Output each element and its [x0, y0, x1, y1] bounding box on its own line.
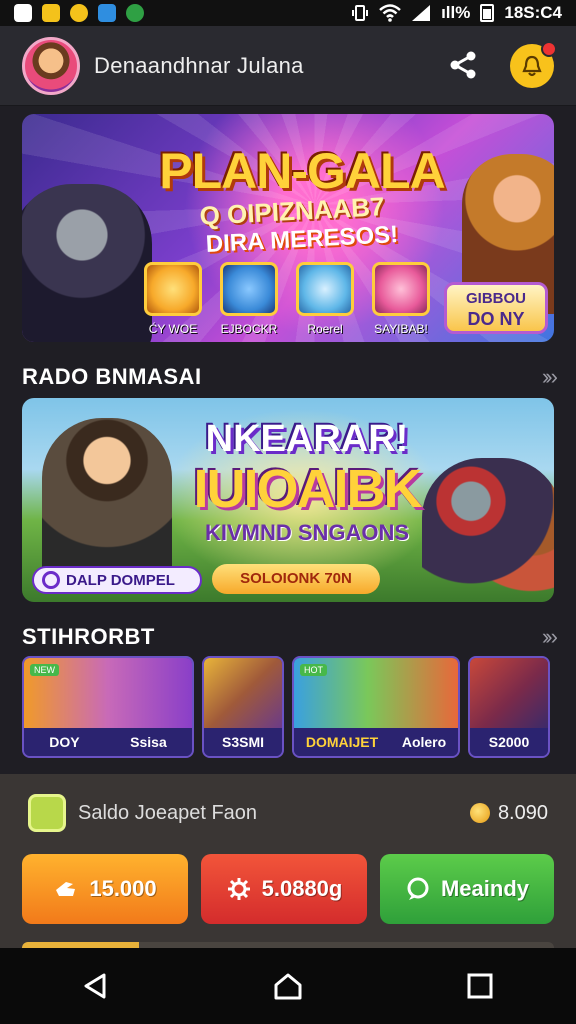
withdraw-button[interactable]: 5.0880g [201, 854, 367, 924]
game-card-labels: S2000 [470, 728, 548, 756]
hero-cta-line1: GIBBOU [466, 290, 526, 307]
status-system-icons: ıll% 18S:C4 [351, 3, 562, 23]
hand-icon [56, 882, 76, 896]
hero-tile-thumbnail [144, 262, 202, 316]
hero-banner[interactable]: PLAN-GALA Q OIPIZNAAB7 DIRA MERESOS! ĆY … [22, 114, 554, 342]
game-card[interactable]: NEW DOY Ssisa [22, 656, 194, 758]
hero-tile-thumbnail [372, 262, 430, 316]
chat-icon [407, 877, 429, 900]
game-card-labels: S3SMI [204, 728, 282, 756]
vibrate-icon [352, 5, 369, 21]
hero-tile[interactable]: SAYIBAB! [370, 262, 432, 336]
cell-signal-icon [412, 5, 431, 21]
game-card-row: NEW DOY Ssisa S3SMI HOT DOMAIJET Aolero … [22, 656, 554, 758]
home-button[interactable] [268, 966, 308, 1006]
hero-tile-thumbnail [296, 262, 354, 316]
gear-icon [227, 878, 250, 900]
status-bar: ıll% 18S:C4 [0, 0, 576, 26]
section-title-1: RADO BNMASAI [22, 364, 202, 389]
promo-title-2: IUIOAIBK [193, 459, 423, 519]
hero-tile-label: SAYIBAB! [374, 322, 428, 336]
back-icon [84, 973, 106, 999]
promo-badge-label: DALP DOMPEL [66, 571, 175, 589]
promo-character-left [42, 418, 172, 588]
promo-cta-button[interactable]: SOLOIONK 70N [212, 564, 380, 594]
wallet-row: Saldo Joeapet Faon 8.090 [28, 794, 548, 832]
wallet-label: Saldo Joeapet Faon [78, 801, 258, 824]
action-buttons: 15.000 5.0880g Meaindy [22, 854, 554, 924]
hero-tile[interactable]: EJBOCKR [218, 262, 280, 336]
hero-game-tiles: ĆY WOE EJBOCKR Roerel SAYIBAB! [142, 262, 432, 336]
coin-icon [469, 803, 490, 823]
hero-tile-label: Roerel [307, 322, 343, 336]
chat-button-label: Meaindy [440, 876, 530, 901]
app-icon-2 [42, 4, 60, 22]
section-header-2: STIHRORBT ›› › [22, 624, 558, 650]
hero-cta-button[interactable]: GIBBOU DO NY [444, 282, 548, 334]
system-nav-bar [0, 948, 576, 1024]
wallet-icon [28, 794, 66, 832]
game-card-label: S3SMI [221, 734, 264, 750]
promo-banner[interactable]: NKEARAR! IUIOAIBK KIVMND SNGAONS DALP DO… [22, 398, 554, 602]
wifi-icon [379, 4, 401, 22]
game-card-labels: DOY Ssisa [24, 728, 192, 756]
game-card-label: Aolero [401, 734, 447, 750]
back-button[interactable] [76, 966, 116, 1006]
wallet-balance: 8.090 [497, 801, 548, 824]
hero-tile-label: ĆY WOE [148, 322, 198, 336]
clock: 18S:C4 [504, 3, 562, 22]
hero-tile[interactable]: ĆY WOE [142, 262, 204, 336]
promo-badge-icon [42, 571, 60, 589]
section-title-2: STIHRORBT [22, 624, 155, 649]
status-notification-icons [14, 4, 144, 22]
section-header-1: RADO BNMASAI ›› › [22, 364, 558, 390]
section-more-arrow-icon[interactable]: ›› › [542, 624, 558, 650]
share-icon[interactable] [448, 50, 478, 80]
hero-tile-label: EJBOCKR [220, 322, 278, 336]
game-card-tag: HOT [300, 664, 327, 676]
hero-character-left [22, 184, 152, 342]
app-icon-5 [126, 4, 144, 22]
app-icon-1 [14, 4, 32, 22]
hero-tile[interactable]: Roerel [294, 262, 356, 336]
app-header: Denaandhnar Julana [0, 26, 576, 106]
game-card[interactable]: S3SMI [202, 656, 284, 758]
wallet-panel: Saldo Joeapet Faon 8.090 15.000 5.0880g … [0, 774, 576, 952]
withdraw-button-label: 5.0880g [261, 876, 343, 901]
hero-tile-thumbnail [220, 262, 278, 316]
promo-subtitle: KIVMND SNGAONS [204, 520, 410, 545]
section-more-arrow-icon[interactable]: ›› › [542, 364, 558, 390]
game-card[interactable]: S2000 [468, 656, 550, 758]
app-icon-4 [98, 4, 116, 22]
game-card-label: S2000 [488, 734, 530, 750]
hero-cta-line2: DO NY [467, 309, 525, 329]
game-card-label: DOMAIJET [305, 734, 379, 750]
chat-button[interactable]: Meaindy [380, 854, 554, 924]
game-card-thumbnail [470, 658, 548, 730]
home-icon [274, 973, 302, 1000]
signal-text: ıll% [441, 3, 471, 22]
recents-icon [467, 973, 493, 999]
deposit-button-label: 15.000 [89, 876, 157, 901]
bell-icon [522, 55, 542, 77]
game-card-label: Ssisa [130, 734, 167, 750]
app-screen: ıll% 18S:C4 Denaandhnar Julana PLAN-GALA… [0, 0, 576, 1024]
app-icon-3 [70, 4, 88, 22]
game-card-label: DOY [49, 734, 80, 750]
avatar[interactable] [22, 36, 80, 95]
deposit-button[interactable]: 15.000 [22, 854, 188, 924]
promo-title-1: NKEARAR! [205, 418, 409, 460]
game-card-tag: NEW [30, 664, 59, 676]
promo-badge[interactable]: DALP DOMPEL [32, 566, 202, 594]
notification-dot [541, 41, 557, 57]
game-card-thumbnail [204, 658, 282, 730]
game-card-labels: DOMAIJET Aolero [294, 728, 458, 756]
username: Denaandhnar Julana [94, 52, 304, 78]
battery-icon [480, 4, 495, 22]
notification-button[interactable] [510, 41, 557, 88]
game-card[interactable]: HOT DOMAIJET Aolero [292, 656, 460, 758]
recents-button[interactable] [460, 966, 500, 1006]
